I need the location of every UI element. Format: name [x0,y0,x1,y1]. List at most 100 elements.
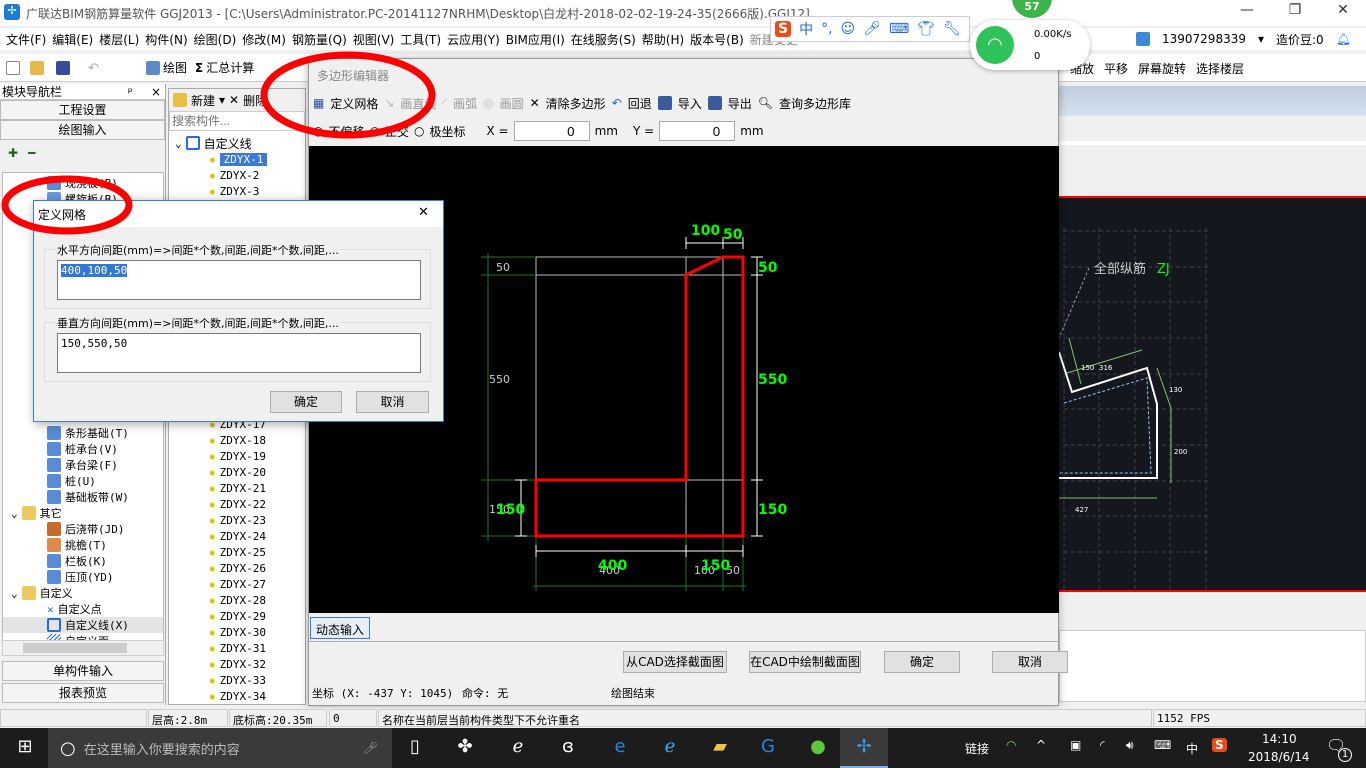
ime-lang[interactable]: 中 [799,19,813,39]
spiral-app-icon[interactable]: ɞ [555,736,581,760]
menu-edit[interactable]: 编辑(E) [52,31,93,48]
tree-folder[interactable]: ⌄ 自定义 [3,585,163,601]
query-polygon-library-button[interactable]: 查询多边形库 [779,95,851,112]
tree-item[interactable]: 现浇板(B) [47,175,163,191]
horizontal-scrollbar[interactable] [2,640,164,656]
pan-button[interactable]: 平移 [1104,60,1128,77]
clear-polygon-button[interactable]: 清除多边形 [546,95,606,112]
list-item[interactable]: ✹ ZDYX-23 [169,512,305,528]
list-item[interactable]: ✹ ZDYX-33 [169,672,305,688]
list-item[interactable]: ✹ ZDYX-1 [169,151,305,167]
task-view-icon[interactable]: ▯ [402,736,428,760]
search-component-input[interactable] [169,111,305,131]
tray-lang[interactable]: 中 [1186,740,1198,757]
keyboard-icon[interactable]: ⌨ [1154,738,1171,752]
menu-cloud[interactable]: 云应用(Y) [447,31,500,48]
dialog-close-button[interactable]: ✕ [418,205,429,220]
tree-item[interactable]: 栏板(K) [3,553,163,569]
list-item[interactable]: ✹ ZDYX-29 [169,608,305,624]
list-item[interactable]: ✹ ZDYX-21 [169,480,305,496]
glodon-app-icon[interactable]: G [755,736,781,760]
skin-icon[interactable]: 👕︎ [917,21,935,37]
ggj-taskbar-app[interactable]: ✢ [840,728,888,768]
radio-no-offset[interactable]: ◉ [313,124,323,138]
list-item[interactable]: ✹ ZDYX-31 [169,640,305,656]
chevron-down-icon[interactable]: ⌄ [11,507,18,520]
windows-start-icon[interactable]: ⊞ [12,736,38,760]
menu-floor[interactable]: 楼层(L) [99,31,139,48]
list-item[interactable]: ✹ ZDYX-2 [169,167,305,183]
menu-view[interactable]: 视图(V) [353,31,395,48]
grid-ok-button[interactable]: 确定 [270,391,342,413]
tree-item[interactable]: ✕ 自定义点 [3,601,163,617]
select-from-cad-button[interactable]: 从CAD选择截面图 [623,651,727,673]
draw-arc-button[interactable]: 画弧 [453,95,477,112]
undo-button[interactable]: 回退 [628,95,652,112]
list-item[interactable]: ✹ ZDYX-20 [169,464,305,480]
dynamic-input-button[interactable]: 动态输入 [310,617,371,639]
close-button[interactable]: ✕ [1320,2,1366,22]
menu-help[interactable]: 帮助(H) [642,31,684,48]
select-floor-button[interactable]: 选择楼层 [1196,60,1244,77]
list-item[interactable]: ✹ ZDYX-25 [169,544,305,560]
polygon-shape[interactable] [534,255,745,538]
wrench-icon[interactable]: 🔧︎ [943,21,961,37]
browser-360-icon[interactable]: ● [805,736,831,760]
menu-tools[interactable]: 工具(T) [400,31,441,48]
menu-bim[interactable]: BIM应用(I) [506,31,565,48]
export-button[interactable]: 导出 [728,95,752,112]
expand-all-icon[interactable]: ✚ [8,146,18,160]
new-button[interactable]: 新建 [191,92,215,109]
menu-version[interactable]: 版本号(B) [690,31,744,48]
undo-icon[interactable]: ↶ [88,61,102,76]
menu-modify[interactable]: 修改(M) [242,31,286,48]
tree-item[interactable]: 条形基础(T) [3,425,163,441]
tree-item-selected[interactable]: 自定义线(X) [3,617,163,633]
editor-ok-button[interactable]: 确定 [884,651,960,673]
project-settings-button[interactable]: 工程设置 [0,100,165,120]
draw-circle-button[interactable]: 画圆 [500,95,524,112]
chevron-down-icon[interactable]: ⌄ [11,587,18,600]
tree-item[interactable]: 桩承台(V) [3,441,163,457]
ime-punct[interactable]: °, [821,21,832,37]
list-item[interactable]: ✹ ZDYX-30 [169,624,305,640]
tree-item[interactable]: 基础板带(W) [3,489,163,505]
list-item[interactable]: ✹ ZDYX-18 [169,432,305,448]
import-button[interactable]: 导入 [678,95,702,112]
mic-icon[interactable]: 🎤︎ [363,741,378,755]
grid-cancel-button[interactable]: 取消 [356,391,429,413]
emoji-icon[interactable]: ☺ [841,21,856,37]
keyboard-icon[interactable]: ⌨ [889,21,909,37]
wifi-tray-icon[interactable]: ◠ [1006,738,1016,752]
list-item[interactable]: ✹ ZDYX-32 [169,656,305,672]
list-item[interactable]: ✹ ZDYX-34 [169,688,305,704]
minimize-button[interactable]: — [1224,2,1270,22]
draw-button[interactable]: 绘图 [146,59,187,76]
ie-browser-icon[interactable]: ℯ [505,736,531,760]
nav-close-button[interactable]: × [151,85,161,99]
drawing-input-button[interactable]: 绘图输入 [0,120,165,140]
menu-rebar[interactable]: 钢筋量(Q) [292,31,347,48]
y-input[interactable] [659,121,736,141]
report-preview-button[interactable]: 报表预览 [2,683,164,703]
list-item[interactable]: ✹ ZDYX-19 [169,448,305,464]
edge-icon[interactable]: e [607,736,633,760]
open-folder-icon[interactable] [30,60,44,75]
fan-app-icon[interactable]: ✤ [452,736,478,760]
collapse-all-icon[interactable]: ━ [28,146,35,160]
file-explorer-icon[interactable]: ▰ [707,736,733,760]
account-phone[interactable]: 13907298339 [1162,32,1246,46]
clock-date[interactable]: 2018/6/14 [1248,750,1310,764]
clock-time[interactable]: 14:10 [1262,732,1297,746]
x-input[interactable] [513,121,590,141]
network-icon[interactable]: ▣ [1070,738,1081,752]
draw-in-cad-button[interactable]: 在CAD中绘制截面图 [749,651,861,673]
rotate-screen-button[interactable]: 屏幕旋转 [1138,60,1186,77]
delete-button[interactable]: 删除 [243,92,267,109]
list-root[interactable]: ⌄ 自定义线 [169,135,305,151]
list-item[interactable]: ✹ ZDYX-26 [169,560,305,576]
wireless-icon[interactable]: ◜ [1100,738,1105,752]
sum-calc-button[interactable]: Σ 汇总计算 [195,59,254,76]
vertical-spacing-input[interactable]: 150,550,50 [57,333,421,373]
bell-icon[interactable]: 🔔︎ [1336,32,1351,46]
